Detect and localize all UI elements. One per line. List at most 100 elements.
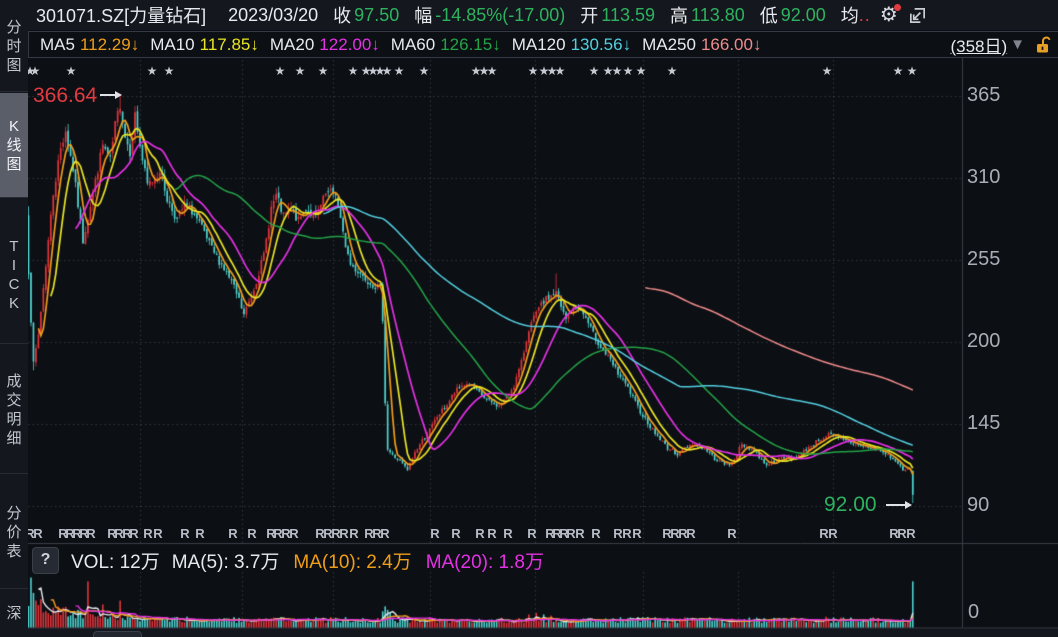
ex-rights-marker[interactable]: R [632, 526, 641, 541]
ex-rights-marker[interactable]: R [622, 526, 631, 541]
ex-rights-marker[interactable]: R [727, 526, 736, 541]
ex-rights-marker[interactable]: R [195, 526, 204, 541]
ex-rights-marker[interactable]: R [613, 526, 622, 541]
ex-rights-marker[interactable]: R [86, 526, 95, 541]
kline-chart-canvas[interactable] [0, 0, 1058, 637]
ma-legend-MA120: MA120 130.56↓ [512, 35, 631, 55]
ex-rights-marker[interactable]: R [247, 526, 256, 541]
ex-rights-marker[interactable]: R [153, 526, 162, 541]
open-value: 113.59 [601, 4, 656, 25]
sidebar-tab-K线图[interactable]: K线图 [0, 93, 28, 197]
event-star-icon[interactable]: ★ [623, 64, 634, 78]
sidebar-tab-label: 成交明细 [6, 372, 22, 447]
high-label: 高 [670, 6, 689, 26]
close-value: 97.50 [354, 4, 400, 25]
ex-rights-marker[interactable]: R [339, 526, 348, 541]
sidebar-tab-成交明细[interactable]: 成交明细 [0, 345, 28, 474]
event-star-icon[interactable]: ★ [419, 64, 430, 78]
lock-button[interactable] [1035, 36, 1052, 54]
ex-rights-marker[interactable]: R [487, 526, 496, 541]
next-panel-help-button[interactable] [93, 631, 142, 637]
ex-rights-marker[interactable]: R [289, 526, 298, 541]
event-star-icon[interactable]: ★ [636, 64, 647, 78]
ma-legend-MA10: MA10 117.85↓ [150, 35, 259, 55]
ex-rights-marker[interactable]: R [380, 526, 389, 541]
ex-rights-marker[interactable]: R [686, 526, 695, 541]
ex-rights-marker[interactable]: R [591, 526, 600, 541]
ma-value: 166.00↓ [700, 34, 762, 54]
event-star-icon[interactable]: ★ [487, 64, 498, 78]
ex-rights-marker[interactable]: R [575, 526, 584, 541]
event-star-icon[interactable]: ★ [893, 64, 904, 78]
event-star-icon[interactable]: ★ [907, 64, 918, 78]
low-label: 低 [759, 6, 778, 26]
ma-label: MA20 [269, 34, 315, 54]
help-button[interactable]: ? [32, 546, 59, 574]
low-price-annotation: 92.00 [824, 493, 877, 516]
ex-rights-marker[interactable]: R [897, 526, 906, 541]
sidebar: 分时图 K线图 TICK 成交明细分价表深 [0, 0, 28, 637]
ex-rights-marker[interactable]: R [819, 526, 828, 541]
close-label: 收 [333, 6, 352, 26]
event-star-icon[interactable]: ★ [394, 64, 405, 78]
change-label: 幅 [414, 6, 433, 26]
ex-rights-marker[interactable]: R [527, 526, 536, 541]
volume-info-bar: ? VOL: 12万 MA(5): 3.7万 MA(10): 2.4万 MA(2… [28, 544, 1058, 576]
event-star-icon[interactable]: ★ [275, 64, 286, 78]
ex-rights-marker[interactable]: R [228, 526, 237, 541]
event-star-icon[interactable]: ★ [147, 64, 158, 78]
ex-rights-marker[interactable]: R [143, 526, 152, 541]
settings-button[interactable]: ⚙ [878, 4, 901, 26]
ma-value: 126.15↓ [440, 34, 501, 54]
price-tick-255: 255 [967, 247, 1001, 270]
ex-rights-marker[interactable]: R [180, 526, 189, 541]
ex-rights-marker[interactable]: R [475, 526, 484, 541]
ex-rights-marker[interactable]: R [349, 526, 358, 541]
vol-ma5-value: MA(5): 3.7万 [171, 551, 280, 573]
event-star-icon[interactable]: ★ [295, 64, 306, 78]
sidebar-divider [0, 343, 28, 344]
ex-rights-marker[interactable]: R [430, 526, 439, 541]
chevron-down-icon[interactable]: ▼ [1010, 36, 1025, 53]
event-star-icon[interactable]: ★ [30, 64, 41, 78]
ex-rights-marker[interactable]: R [503, 526, 512, 541]
popout-button[interactable] [908, 6, 927, 25]
sidebar-divider [0, 197, 28, 198]
event-star-icon[interactable]: ★ [612, 64, 623, 78]
ex-rights-marker[interactable]: R [566, 526, 575, 541]
range-selector[interactable]: (358日) [950, 32, 1007, 57]
ma-label: MA5 [40, 34, 75, 54]
ex-rights-marker[interactable]: R [906, 526, 915, 541]
sidebar-tab-label: 分时图 [6, 18, 22, 74]
ma-label: MA60 [390, 34, 436, 54]
ex-rights-marker[interactable]: R [33, 526, 42, 541]
popout-icon [909, 7, 925, 23]
ex-rights-marker[interactable]: R [451, 526, 460, 541]
ma-legend-MA5: MA5 112.29↓ [40, 35, 139, 55]
sidebar-divider [0, 588, 28, 589]
stock-app-window: 分时图 K线图 TICK 成交明细分价表深 301071.SZ[力量钻石] 2023/… [0, 0, 1058, 637]
event-star-icon[interactable]: ★ [66, 64, 77, 78]
ma-label: MA250 [642, 34, 696, 54]
sidebar-tab-深[interactable]: 深 [0, 590, 28, 637]
event-star-icon[interactable]: ★ [667, 64, 678, 78]
ex-rights-marker[interactable]: R [828, 526, 837, 541]
event-star-icon[interactable]: ★ [528, 64, 539, 78]
ma-legend-MA250: MA250 166.00↓ [642, 35, 761, 55]
sidebar-divider [0, 473, 28, 474]
price-tick-365: 365 [967, 84, 1001, 106]
event-star-icon[interactable]: ★ [822, 64, 833, 78]
sidebar-tab-分时图[interactable]: 分时图 [0, 0, 28, 92]
event-star-icon[interactable]: ★ [555, 64, 566, 78]
sidebar-tab-TICK[interactable]: TICK [0, 205, 28, 344]
event-star-icon[interactable]: ★ [348, 64, 359, 78]
event-star-icon[interactable]: ★ [164, 64, 175, 78]
ex-rights-marker[interactable]: R [129, 526, 138, 541]
ma-value: 117.85↓ [199, 34, 259, 54]
ma-legend-MA60: MA60 126.15↓ [391, 35, 501, 55]
sidebar-tab-分价表[interactable]: 分价表 [0, 475, 28, 589]
event-star-icon[interactable]: ★ [382, 64, 393, 78]
event-star-icon[interactable]: ★ [318, 64, 329, 78]
event-star-icon[interactable]: ★ [589, 64, 600, 78]
ma-legend-MA20: MA20 122.00↓ [270, 35, 380, 55]
